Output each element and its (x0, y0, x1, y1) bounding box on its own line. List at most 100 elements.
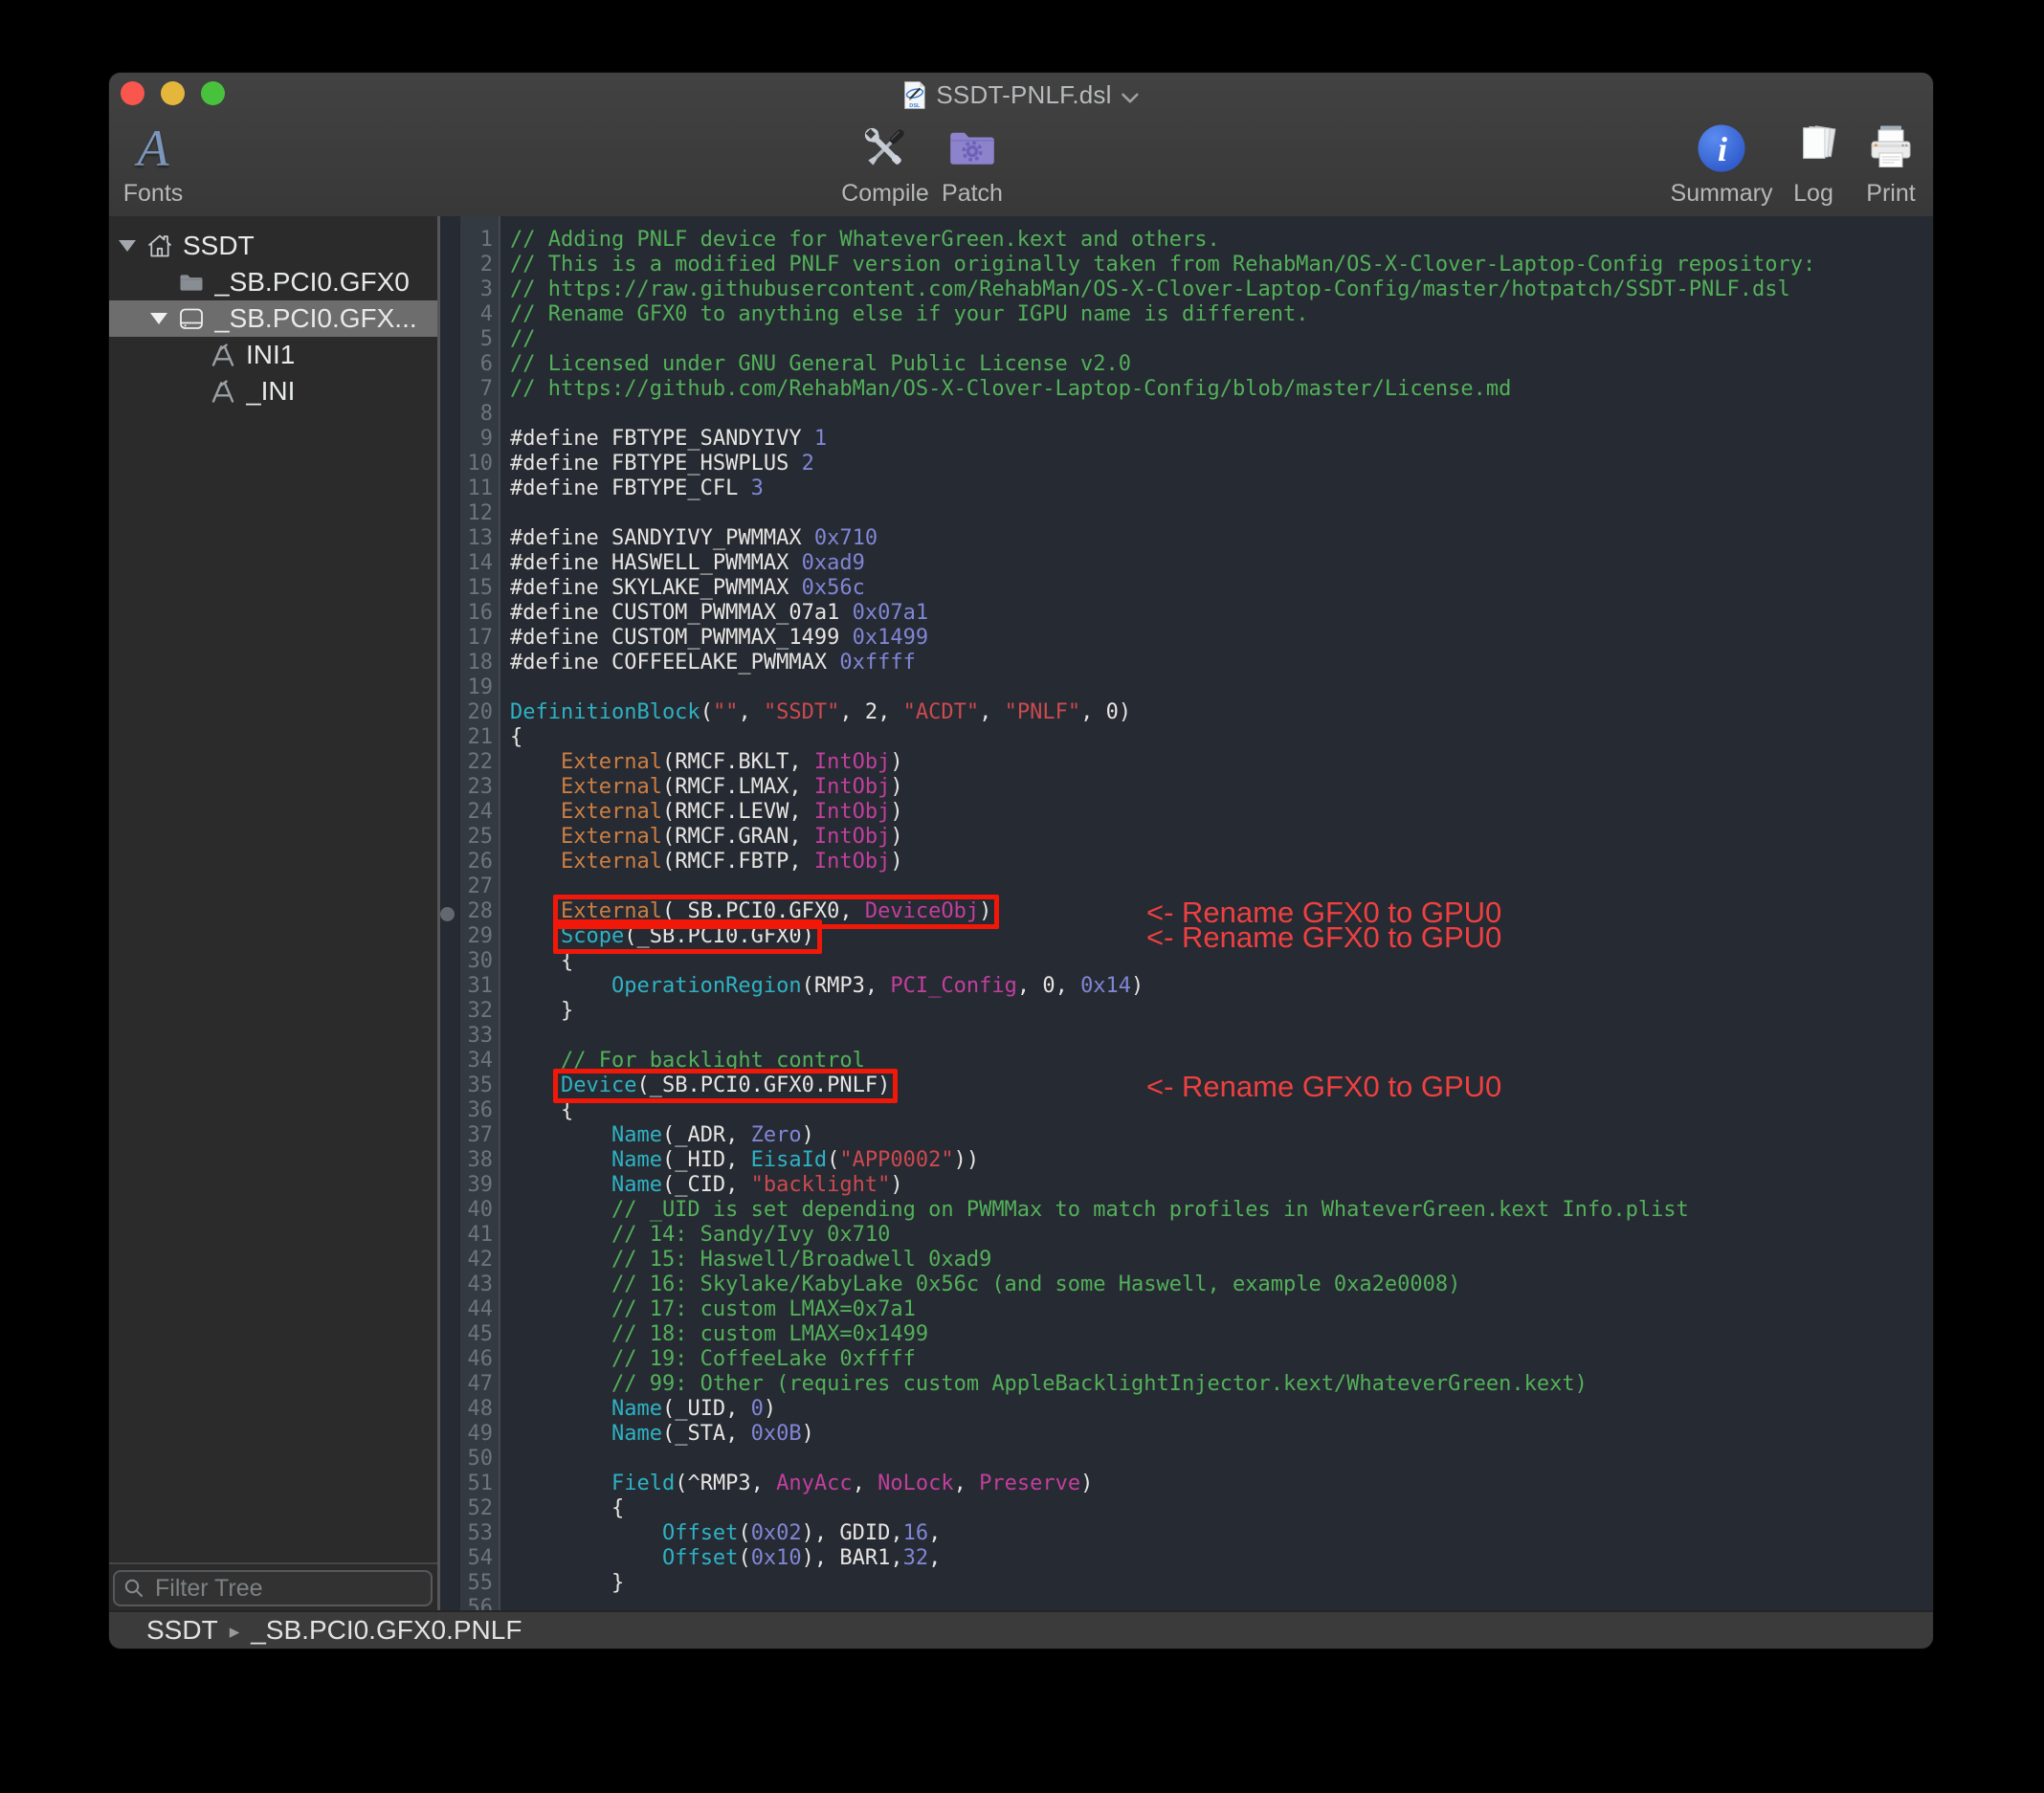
chevron-down-icon[interactable] (1122, 92, 1140, 104)
splitter-handle-dot[interactable] (440, 907, 455, 921)
code-line: // 14: Sandy/Ivy 0x710 (510, 1223, 1933, 1248)
line-number: 8 (460, 402, 493, 427)
code-line: Offset(0x02), GDID,16, (510, 1521, 1933, 1546)
line-number: 54 (460, 1546, 493, 1571)
code-line: #define COFFEELAKE_PWMMAX 0xffff (510, 651, 1933, 675)
fonts-button[interactable]: A Fonts (109, 120, 225, 208)
fullscreen-button[interactable] (201, 81, 225, 105)
code-line: // 16: Skylake/KabyLake 0x56c (and some … (510, 1273, 1933, 1297)
drive-icon (177, 304, 206, 333)
code-line: #define FBTYPE_HSWPLUS 2 (510, 452, 1933, 476)
line-number: 45 (460, 1322, 493, 1347)
line-number: 37 (460, 1123, 493, 1148)
sidebar-item-label: _INI (246, 376, 295, 407)
sidebar-item-label: INI1 (246, 340, 295, 370)
info-icon: i (1695, 120, 1748, 177)
method-icon (209, 377, 237, 406)
line-number: 24 (460, 800, 493, 825)
line-number: 19 (460, 675, 493, 700)
toolbar: A Fonts (109, 113, 1933, 214)
code-line: // Licensed under GNU General Public Lic… (510, 352, 1933, 377)
line-number: 30 (460, 949, 493, 974)
code-line: // (510, 327, 1933, 352)
code-line: #define CUSTOM_PWMMAX_07a1 0x07a1 (510, 601, 1933, 626)
method-icon (209, 341, 237, 369)
line-number: 10 (460, 452, 493, 476)
maciasl-window: DSL SSDT-PNLF.dsl A Fonts (109, 73, 1933, 1649)
line-number: 53 (460, 1521, 493, 1546)
line-number: 48 (460, 1397, 493, 1422)
ssdt-tree: SSDT_SB.PCI0.GFX0_SB.PCI0.GFX...INI1 _INI (109, 216, 437, 410)
sidebar-item-sb-pci0-gfx0[interactable]: _SB.PCI0.GFX0 (109, 264, 437, 300)
code-line: { (510, 725, 1933, 750)
patch-label: Patch (942, 180, 1003, 208)
line-number: 1 (460, 228, 493, 253)
code-line: Offset(0x10), BAR1,32, (510, 1546, 1933, 1571)
sidebar-item-ini[interactable]: _INI (109, 373, 437, 410)
svg-text:i: i (1718, 130, 1727, 168)
print-button[interactable]: Print (1819, 120, 1933, 208)
line-number: 35 (460, 1074, 493, 1098)
line-number: 18 (460, 651, 493, 675)
close-button[interactable] (121, 81, 144, 105)
code-line (510, 675, 1933, 700)
disclosure-triangle-icon[interactable] (119, 240, 145, 252)
code-line (510, 402, 1933, 427)
line-number: 33 (460, 1024, 493, 1049)
code-line: { (510, 1496, 1933, 1521)
code-line: // 19: CoffeeLake 0xffff (510, 1347, 1933, 1372)
line-number: 2 (460, 253, 493, 277)
sidebar-item-ssdt[interactable]: SSDT (109, 228, 437, 264)
breadcrumb-root: SSDT (146, 1615, 218, 1646)
patch-button[interactable]: Patch (900, 120, 1044, 208)
code-line: // https://github.com/RehabMan/OS-X-Clov… (510, 377, 1933, 402)
code-line: External(RMCF.BKLT, IntObj) (510, 750, 1933, 775)
line-number: 39 (460, 1173, 493, 1198)
code-editor[interactable]: 1234567891011121314151617181920212223242… (440, 216, 1933, 1612)
line-number: 29 (460, 924, 493, 949)
line-number: 49 (460, 1422, 493, 1447)
line-number: 43 (460, 1273, 493, 1297)
sidebar-item-sb-pci0-gfx0-pnlf[interactable]: _SB.PCI0.GFX... (109, 300, 437, 337)
window-header: DSL SSDT-PNLF.dsl A Fonts (109, 73, 1933, 218)
line-number: 3 (460, 277, 493, 302)
line-number: 11 (460, 476, 493, 501)
minimize-button[interactable] (161, 81, 185, 105)
code-line: // _UID is set depending on PWMMax to ma… (510, 1198, 1933, 1223)
filter-tree-field (113, 1570, 433, 1606)
fonts-label: Fonts (123, 180, 184, 208)
line-number: 50 (460, 1447, 493, 1472)
sidebar-divider-line (109, 1562, 437, 1564)
printer-icon (1864, 120, 1918, 177)
line-number: 14 (460, 551, 493, 576)
sidebar-item-ini1[interactable]: INI1 (109, 337, 437, 373)
line-number: 9 (460, 427, 493, 452)
code-line: External(RMCF.LEVW, IntObj) (510, 800, 1933, 825)
filter-tree-input[interactable] (153, 1574, 431, 1604)
line-number: 28 (460, 899, 493, 924)
line-number: 40 (460, 1198, 493, 1223)
breadcrumb-separator-icon: ▸ (230, 1620, 240, 1644)
line-number: 36 (460, 1098, 493, 1123)
code-line: // 99: Other (requires custom AppleBackl… (510, 1372, 1933, 1397)
code-line: External(RMCF.LMAX, IntObj) (510, 775, 1933, 800)
code-line: Name(_UID, 0) (510, 1397, 1933, 1422)
code-pane: // Adding PNLF device for WhateverGreen.… (500, 216, 1933, 1612)
line-number: 27 (460, 874, 493, 899)
code-line: Name(_ADR, Zero) (510, 1123, 1933, 1148)
code-line: #define FBTYPE_CFL 3 (510, 476, 1933, 501)
traffic-lights (121, 81, 225, 105)
line-number: 15 (460, 576, 493, 601)
titlebar: DSL SSDT-PNLF.dsl (109, 73, 1933, 113)
code-line: // 17: custom LMAX=0x7a1 (510, 1297, 1933, 1322)
code-line: // Rename GFX0 to anything else if your … (510, 302, 1933, 327)
patch-folder-icon (944, 120, 1000, 177)
statusbar: SSDT ▸ _SB.PCI0.GFX0.PNLF (109, 1610, 1933, 1649)
window-title[interactable]: DSL SSDT-PNLF.dsl (902, 73, 1139, 117)
print-label: Print (1866, 180, 1915, 208)
line-number: 4 (460, 302, 493, 327)
disclosure-triangle-icon[interactable] (150, 313, 177, 324)
code-line: External(RMCF.FBTP, IntObj) (510, 850, 1933, 874)
code-line (510, 1447, 1933, 1472)
code-line: // This is a modified PNLF version origi… (510, 253, 1933, 277)
